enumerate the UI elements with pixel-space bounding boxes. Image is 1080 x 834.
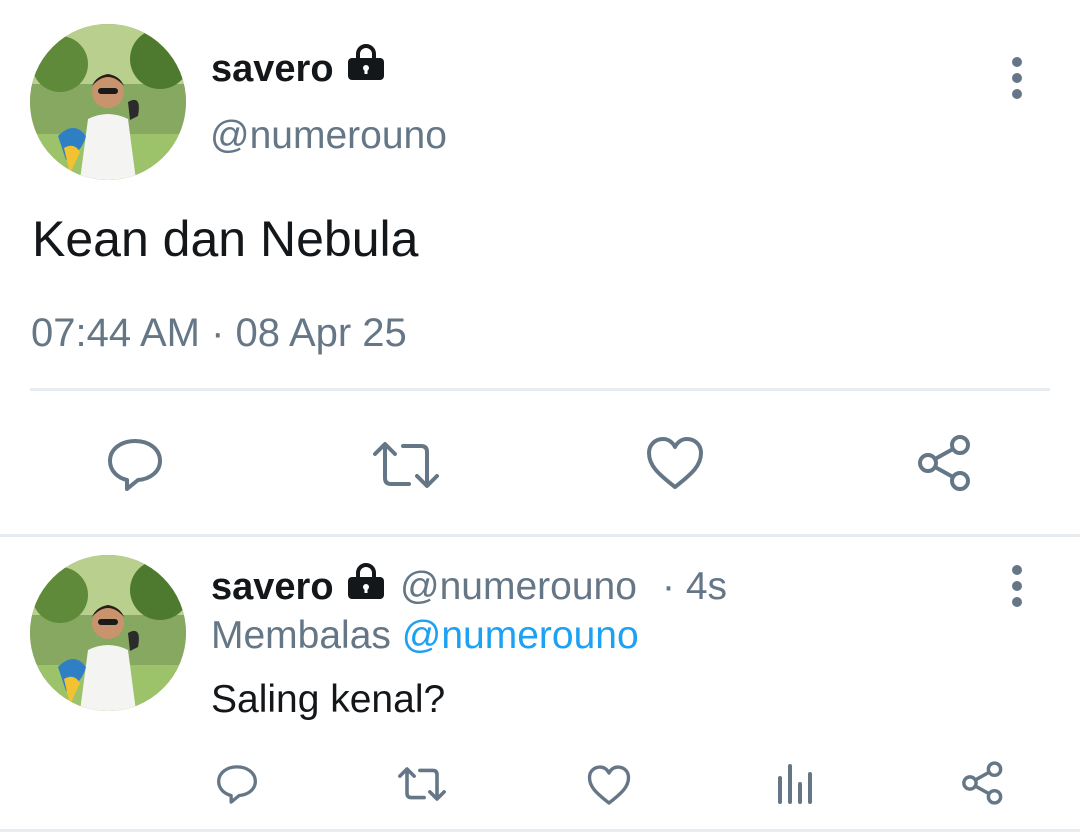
replying-to-line: Membalas @numerouno	[211, 614, 639, 658]
analytics-icon[interactable]	[774, 762, 818, 806]
like-icon[interactable]	[645, 435, 705, 491]
display-name[interactable]: savero	[211, 48, 334, 91]
replying-prefix: Membalas	[211, 614, 391, 657]
avatar[interactable]	[30, 24, 186, 180]
tweet-text: Kean dan Nebula	[32, 211, 419, 267]
user-handle[interactable]: @numerouno	[210, 114, 447, 158]
display-name[interactable]: savero	[211, 566, 334, 609]
tweet-timestamp[interactable]: 07:44 AM · 08 Apr 25	[31, 311, 407, 356]
lock-icon	[346, 562, 386, 600]
tweet-text: Saling kenal?	[211, 678, 446, 721]
retweet-icon[interactable]	[371, 438, 441, 492]
retweet-icon[interactable]	[397, 764, 447, 804]
divider	[0, 534, 1080, 537]
more-options-icon[interactable]	[1009, 565, 1025, 613]
share-icon[interactable]	[960, 760, 1006, 806]
share-icon[interactable]	[915, 433, 975, 493]
more-options-icon[interactable]	[1009, 57, 1025, 105]
reply-icon[interactable]	[105, 433, 165, 493]
reply-icon[interactable]	[215, 760, 259, 806]
user-handle[interactable]: @numerouno	[400, 565, 637, 609]
divider	[30, 388, 1050, 391]
replying-to-link[interactable]: @numerouno	[402, 614, 639, 657]
avatar[interactable]	[30, 555, 186, 711]
divider	[0, 829, 1080, 832]
like-icon[interactable]	[586, 764, 632, 806]
tweet-time-ago: · 4s	[662, 565, 728, 608]
lock-icon	[346, 43, 386, 81]
